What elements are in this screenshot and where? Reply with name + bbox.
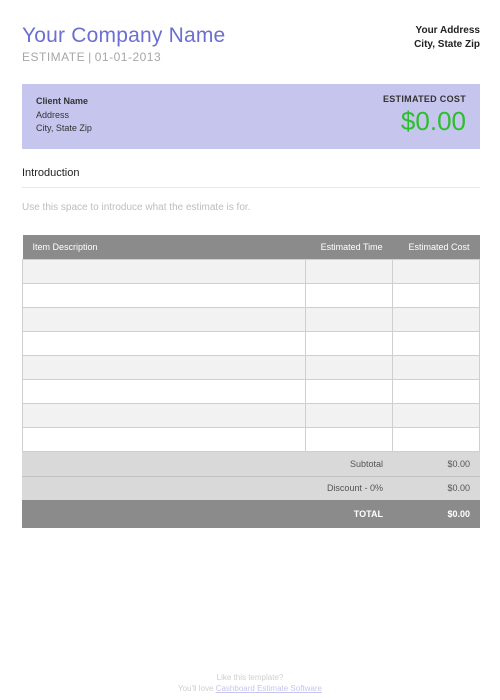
cell-desc[interactable] <box>23 332 306 356</box>
estimate-label: ESTIMATE <box>22 50 85 64</box>
cell-desc[interactable] <box>23 308 306 332</box>
cell-time[interactable] <box>306 260 393 284</box>
cell-desc[interactable] <box>23 284 306 308</box>
table-row <box>23 260 480 284</box>
cell-cost[interactable] <box>393 308 480 332</box>
document-header: Your Company Name ESTIMATE|01-01-2013 Yo… <box>22 24 480 64</box>
cell-desc[interactable] <box>23 428 306 452</box>
cell-desc[interactable] <box>23 404 306 428</box>
total-label: TOTAL <box>22 500 393 528</box>
cell-desc[interactable] <box>23 260 306 284</box>
table-row <box>23 284 480 308</box>
subtotal-label: Subtotal <box>22 452 393 476</box>
cell-cost[interactable] <box>393 404 480 428</box>
items-header-row: Item Description Estimated Time Estimate… <box>23 235 480 260</box>
estimated-cost-value: $0.00 <box>383 106 466 137</box>
estimate-date: 01-01-2013 <box>95 50 161 64</box>
cell-cost[interactable] <box>393 428 480 452</box>
cell-time[interactable] <box>306 356 393 380</box>
items-table: Item Description Estimated Time Estimate… <box>22 235 480 452</box>
introduction-body: Use this space to introduce what the est… <box>22 202 480 213</box>
your-address-line1: Your Address <box>414 24 480 38</box>
table-row <box>23 308 480 332</box>
footer-line1: Like this template? <box>0 672 500 683</box>
company-name: Your Company Name <box>22 24 225 48</box>
table-row <box>23 356 480 380</box>
your-address-line2: City, State Zip <box>414 38 480 52</box>
cell-desc[interactable] <box>23 356 306 380</box>
cell-cost[interactable] <box>393 356 480 380</box>
cell-time[interactable] <box>306 308 393 332</box>
total-row: TOTAL $0.00 <box>22 500 480 528</box>
col-item-description: Item Description <box>23 235 306 260</box>
subtotal-value: $0.00 <box>393 452 480 476</box>
cell-time[interactable] <box>306 404 393 428</box>
col-estimated-cost: Estimated Cost <box>393 235 480 260</box>
summary-table: Subtotal $0.00 Discount - 0% $0.00 TOTAL… <box>22 452 480 528</box>
cell-cost[interactable] <box>393 380 480 404</box>
cell-time[interactable] <box>306 332 393 356</box>
discount-label: Discount - 0% <box>22 476 393 500</box>
cell-cost[interactable] <box>393 284 480 308</box>
estimated-cost-block: ESTIMATED COST $0.00 <box>383 94 466 137</box>
col-estimated-time: Estimated Time <box>306 235 393 260</box>
client-name: Client Name <box>36 95 92 109</box>
client-address2: City, State Zip <box>36 122 92 136</box>
footer-link[interactable]: Cashboard Estimate Software <box>216 684 322 693</box>
footer-line2: You'll love Cashboard Estimate Software <box>0 683 500 694</box>
estimate-line: ESTIMATE|01-01-2013 <box>22 50 225 64</box>
cell-desc[interactable] <box>23 380 306 404</box>
footer: Like this template? You'll love Cashboar… <box>0 672 500 694</box>
separator: | <box>88 50 92 64</box>
introduction-heading: Introduction <box>22 167 480 188</box>
cell-cost[interactable] <box>393 332 480 356</box>
cell-time[interactable] <box>306 284 393 308</box>
cell-cost[interactable] <box>393 260 480 284</box>
your-address-block: Your Address City, State Zip <box>414 24 480 52</box>
discount-value: $0.00 <box>393 476 480 500</box>
table-row <box>23 332 480 356</box>
discount-row: Discount - 0% $0.00 <box>22 476 480 500</box>
table-row <box>23 380 480 404</box>
cell-time[interactable] <box>306 428 393 452</box>
footer-prefix: You'll love <box>178 684 216 693</box>
client-box: Client Name Address City, State Zip ESTI… <box>22 84 480 149</box>
client-address1: Address <box>36 109 92 123</box>
estimated-cost-label: ESTIMATED COST <box>383 94 466 104</box>
table-row <box>23 428 480 452</box>
table-row <box>23 404 480 428</box>
cell-time[interactable] <box>306 380 393 404</box>
client-info: Client Name Address City, State Zip <box>36 95 92 136</box>
company-block: Your Company Name ESTIMATE|01-01-2013 <box>22 24 225 64</box>
total-value: $0.00 <box>393 500 480 528</box>
subtotal-row: Subtotal $0.00 <box>22 452 480 476</box>
